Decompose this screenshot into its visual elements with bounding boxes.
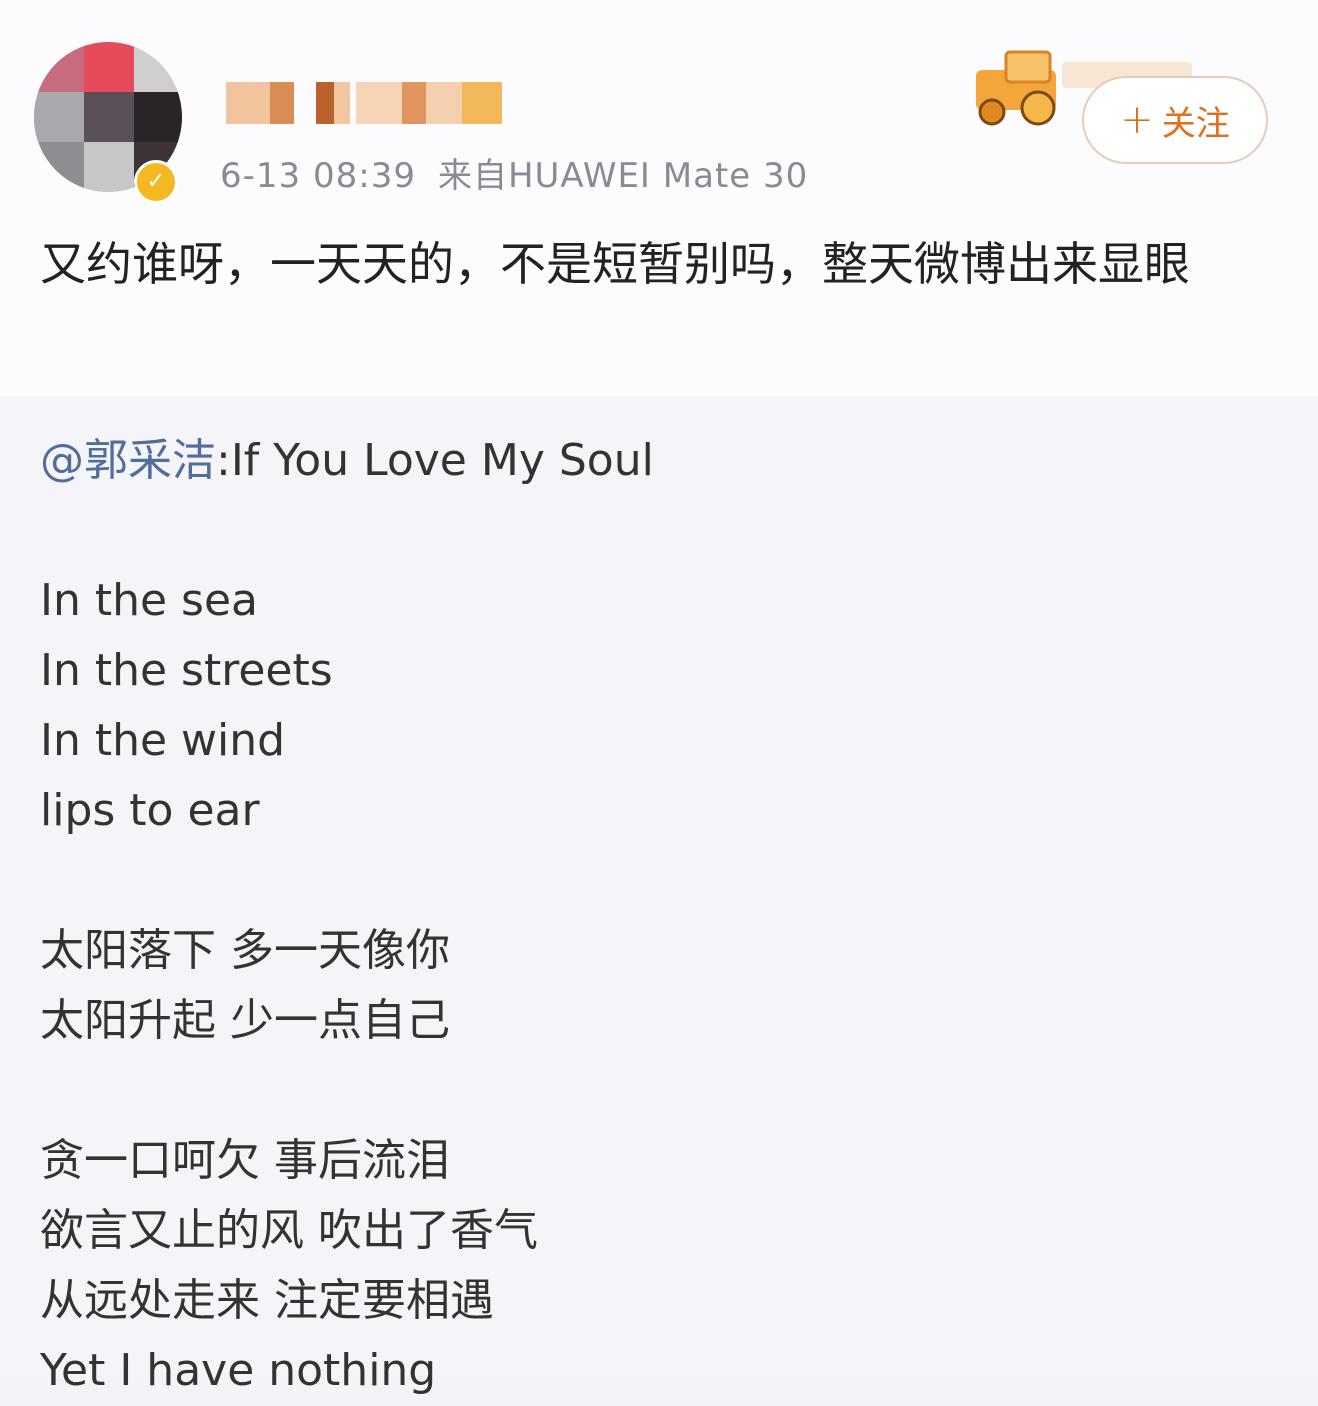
stanza-gap (40, 846, 1280, 916)
stanza-gap (40, 1056, 1280, 1126)
lyric-line: Yet I have nothing (40, 1345, 437, 1396)
plus-icon: + (1120, 97, 1154, 143)
repost-title: :If You Love My Soul (216, 435, 654, 486)
lyric-line: 太阳升起 少一点自己 (40, 995, 450, 1046)
weibo-post: ✓ 6-13 08:39 来自HUAWEI Mate 30 + 关注 又约谁呀，一… (0, 0, 1318, 1396)
lyric-line: 从远处走来 注定要相遇 (40, 1275, 494, 1326)
lyric-line: In the streets (40, 645, 333, 696)
reposted-content[interactable]: @郭采洁:If You Love My Soul In the sea In t… (0, 396, 1318, 1396)
mention-link[interactable]: @郭采洁 (40, 435, 216, 486)
follow-button[interactable]: + 关注 (1082, 76, 1268, 164)
lyric-line: In the wind (40, 715, 286, 766)
lyric-line: 贪一口呵欠 事后流泪 (40, 1135, 450, 1186)
user-nickname-blurred[interactable] (226, 82, 506, 128)
post-meta: 6-13 08:39 来自HUAWEI Mate 30 (220, 148, 808, 197)
follow-label: 关注 (1161, 103, 1230, 144)
verified-badge-icon: ✓ (134, 160, 178, 204)
stanza-gap (40, 496, 1280, 566)
repost-body: @郭采洁:If You Love My Soul In the sea In t… (40, 426, 1280, 1406)
lyric-line: lips to ear (40, 785, 260, 836)
post-text: 又约谁呀，一天天的，不是短暂别吗，整天微博出来显眼 (40, 237, 1190, 291)
post-source: 来自HUAWEI Mate 30 (437, 156, 809, 196)
lyric-line: In the sea (40, 575, 259, 626)
post-timestamp: 6-13 08:39 (220, 156, 416, 196)
repost-title-line: @郭采洁:If You Love My Soul (40, 426, 1280, 496)
lyric-line: 太阳落下 多一天像你 (40, 925, 450, 976)
lyric-line: 欲言又止的风 吹出了香气 (40, 1205, 538, 1256)
